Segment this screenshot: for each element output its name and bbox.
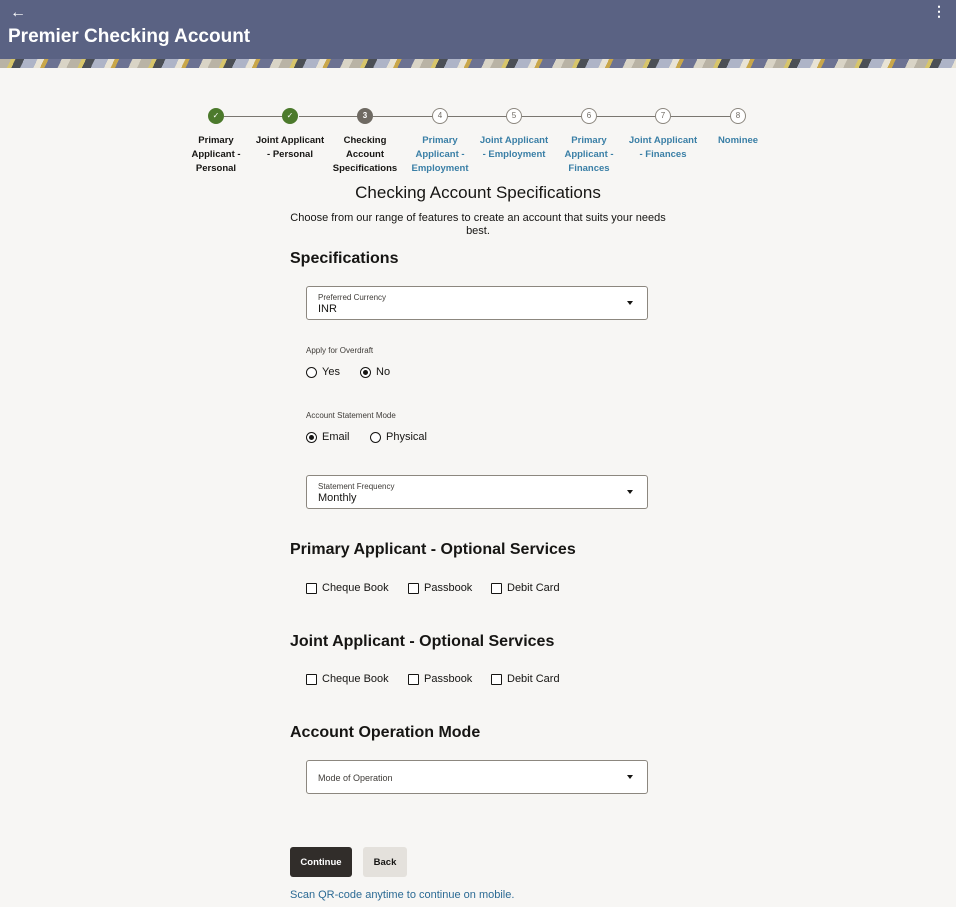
joint-cheque-book-checkbox[interactable]: Cheque Book [306, 673, 389, 685]
statement-frequency-value: Monthly [318, 492, 357, 504]
radio-icon [370, 431, 381, 443]
joint-passbook-checkbox[interactable]: Passbook [408, 673, 472, 685]
radio-selected-icon [360, 366, 371, 378]
step-number: 7 [655, 108, 671, 124]
statement-email-radio[interactable]: Email [306, 431, 350, 443]
step-joint-finances[interactable]: 7 Joint Applicant - Finances [626, 108, 700, 162]
checkbox-label: Debit Card [507, 673, 560, 685]
step-label: Primary Applicant - Personal [191, 135, 241, 174]
chevron-down-icon [627, 775, 633, 779]
page-title: Checking Account Specifications [355, 183, 601, 202]
step-label: Joint Applicant - Personal [255, 135, 325, 160]
radio-selected-icon [306, 431, 317, 443]
overdraft-label: Apply for Overdraft [306, 346, 374, 355]
chevron-down-icon [627, 490, 633, 494]
statement-mode-label: Account Statement Mode [306, 411, 396, 420]
radio-label: Email [322, 431, 350, 443]
continue-button[interactable]: Continue [290, 847, 352, 877]
step-number: 5 [506, 108, 522, 124]
overdraft-no-radio[interactable]: No [360, 366, 390, 378]
decorative-pattern-band [0, 59, 956, 68]
operation-mode-heading: Account Operation Mode [290, 724, 481, 741]
statement-physical-radio[interactable]: Physical [370, 431, 427, 443]
step-number: 3 [357, 108, 373, 124]
preferred-currency-value: INR [318, 303, 337, 315]
step-nominee[interactable]: 8 Nominee [701, 108, 775, 148]
checkbox-label: Debit Card [507, 582, 560, 594]
preferred-currency-label: Preferred Currency [318, 293, 387, 302]
scan-qr-link[interactable]: Scan QR-code anytime to continue on mobi… [290, 889, 514, 901]
radio-label: Yes [322, 366, 340, 378]
statement-frequency-select[interactable]: Statement Frequency Monthly [306, 475, 648, 509]
more-options-icon[interactable]: ⋮ [932, 4, 946, 18]
back-button[interactable]: Back [363, 847, 407, 877]
radio-icon [306, 366, 317, 378]
step-primary-finances[interactable]: 6 Primary Applicant - Finances [552, 108, 626, 176]
step-account-specifications[interactable]: 3 Checking Account Specifications [328, 108, 402, 176]
step-joint-personal[interactable]: ✓ Joint Applicant - Personal [253, 108, 327, 162]
step-number: 6 [581, 108, 597, 124]
primary-debit-card-checkbox[interactable]: Debit Card [491, 582, 560, 594]
step-check-icon: ✓ [208, 108, 224, 124]
step-label: Joint Applicant - Employment [479, 135, 549, 160]
checkbox-icon [491, 673, 502, 685]
step-label: Nominee [717, 135, 759, 146]
step-label: Joint Applicant - Finances [628, 135, 698, 160]
checkbox-label: Passbook [424, 673, 473, 685]
progress-stepper: ✓ Primary Applicant - Personal ✓ Joint A… [180, 108, 780, 178]
checkbox-icon [491, 582, 502, 594]
step-label: Primary Applicant - Finances [564, 135, 614, 174]
checkbox-icon [306, 582, 317, 594]
checkbox-label: Cheque Book [322, 582, 389, 594]
preferred-currency-select[interactable]: Preferred Currency INR [306, 286, 648, 320]
page-header-title: Premier Checking Account [8, 26, 251, 47]
chevron-down-icon [627, 301, 633, 305]
specifications-heading: Specifications [290, 250, 399, 267]
step-primary-personal[interactable]: ✓ Primary Applicant - Personal [179, 108, 253, 176]
checkbox-label: Cheque Book [322, 673, 389, 685]
radio-label: No [376, 366, 391, 378]
radio-label: Physical [386, 431, 427, 443]
primary-services-heading: Primary Applicant - Optional Services [290, 541, 576, 558]
joint-services-heading: Joint Applicant - Optional Services [290, 633, 555, 650]
step-label: Primary Applicant - Employment [411, 135, 469, 174]
step-primary-employment[interactable]: 4 Primary Applicant - Employment [403, 108, 477, 176]
checkbox-icon [306, 673, 317, 685]
mode-of-operation-placeholder: Mode of Operation [318, 773, 393, 783]
mode-of-operation-select[interactable]: Mode of Operation [306, 760, 648, 794]
step-label: Checking Account Specifications [332, 135, 398, 174]
statement-frequency-label: Statement Frequency [318, 482, 395, 491]
primary-passbook-checkbox[interactable]: Passbook [408, 582, 472, 594]
checkbox-icon [408, 582, 419, 594]
overdraft-yes-radio[interactable]: Yes [306, 366, 340, 378]
page-subtitle: Choose from our range of features to cre… [290, 212, 666, 237]
step-joint-employment[interactable]: 5 Joint Applicant - Employment [477, 108, 551, 162]
step-check-icon: ✓ [282, 108, 298, 124]
joint-debit-card-checkbox[interactable]: Debit Card [491, 673, 560, 685]
step-number: 8 [730, 108, 746, 124]
checkbox-label: Passbook [424, 582, 473, 594]
step-number: 4 [432, 108, 448, 124]
app-header: ← ⋮ Premier Checking Account [0, 0, 956, 68]
primary-cheque-book-checkbox[interactable]: Cheque Book [306, 582, 389, 594]
back-arrow-icon[interactable]: ← [10, 4, 26, 22]
checkbox-icon [408, 673, 419, 685]
